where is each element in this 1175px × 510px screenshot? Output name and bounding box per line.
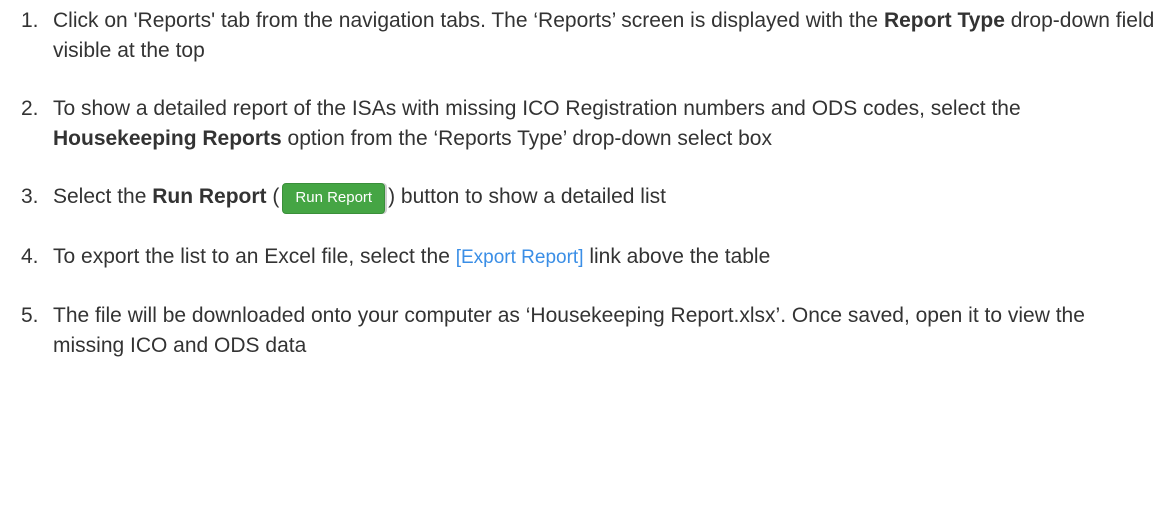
- step-emphasis: Housekeeping Reports: [53, 127, 282, 150]
- step-5: 5. The file will be downloaded onto your…: [0, 301, 1175, 361]
- step-text: To show a detailed report of the ISAs wi…: [53, 97, 1021, 120]
- step-number: 3.: [21, 185, 39, 208]
- step-text: To export the list to an Excel file, sel…: [53, 245, 456, 268]
- step-text: (: [266, 185, 280, 208]
- step-2: 2. To show a detailed report of the ISAs…: [0, 94, 1175, 154]
- step-1: 1. Click on 'Reports' tab from the navig…: [0, 6, 1175, 66]
- step-text: Click on 'Reports' tab from the navigati…: [53, 9, 884, 32]
- step-number: 1.: [21, 9, 39, 32]
- step-number: 5.: [21, 304, 39, 327]
- step-text: option from the ‘Reports Type’ drop-down…: [281, 127, 772, 150]
- instruction-document: 1. Click on 'Reports' tab from the navig…: [0, 0, 1175, 510]
- run-report-button-illustration: Run Report: [282, 183, 386, 214]
- step-text: ) button to show a detailed list: [388, 185, 666, 208]
- step-text: link above the table: [583, 245, 771, 268]
- step-emphasis: Run Report: [152, 185, 267, 208]
- step-number: 4.: [21, 245, 39, 268]
- step-3: 3. Select the Run Report (Run Report) bu…: [0, 182, 1175, 214]
- step-number: 2.: [21, 97, 39, 120]
- step-emphasis: Report Type: [883, 9, 1005, 32]
- step-text: The file will be downloaded onto your co…: [53, 304, 1085, 357]
- export-report-link-illustration: [Export Report]: [455, 247, 584, 268]
- step-text: Select the: [53, 185, 153, 208]
- step-4: 4. To export the list to an Excel file, …: [0, 242, 1175, 273]
